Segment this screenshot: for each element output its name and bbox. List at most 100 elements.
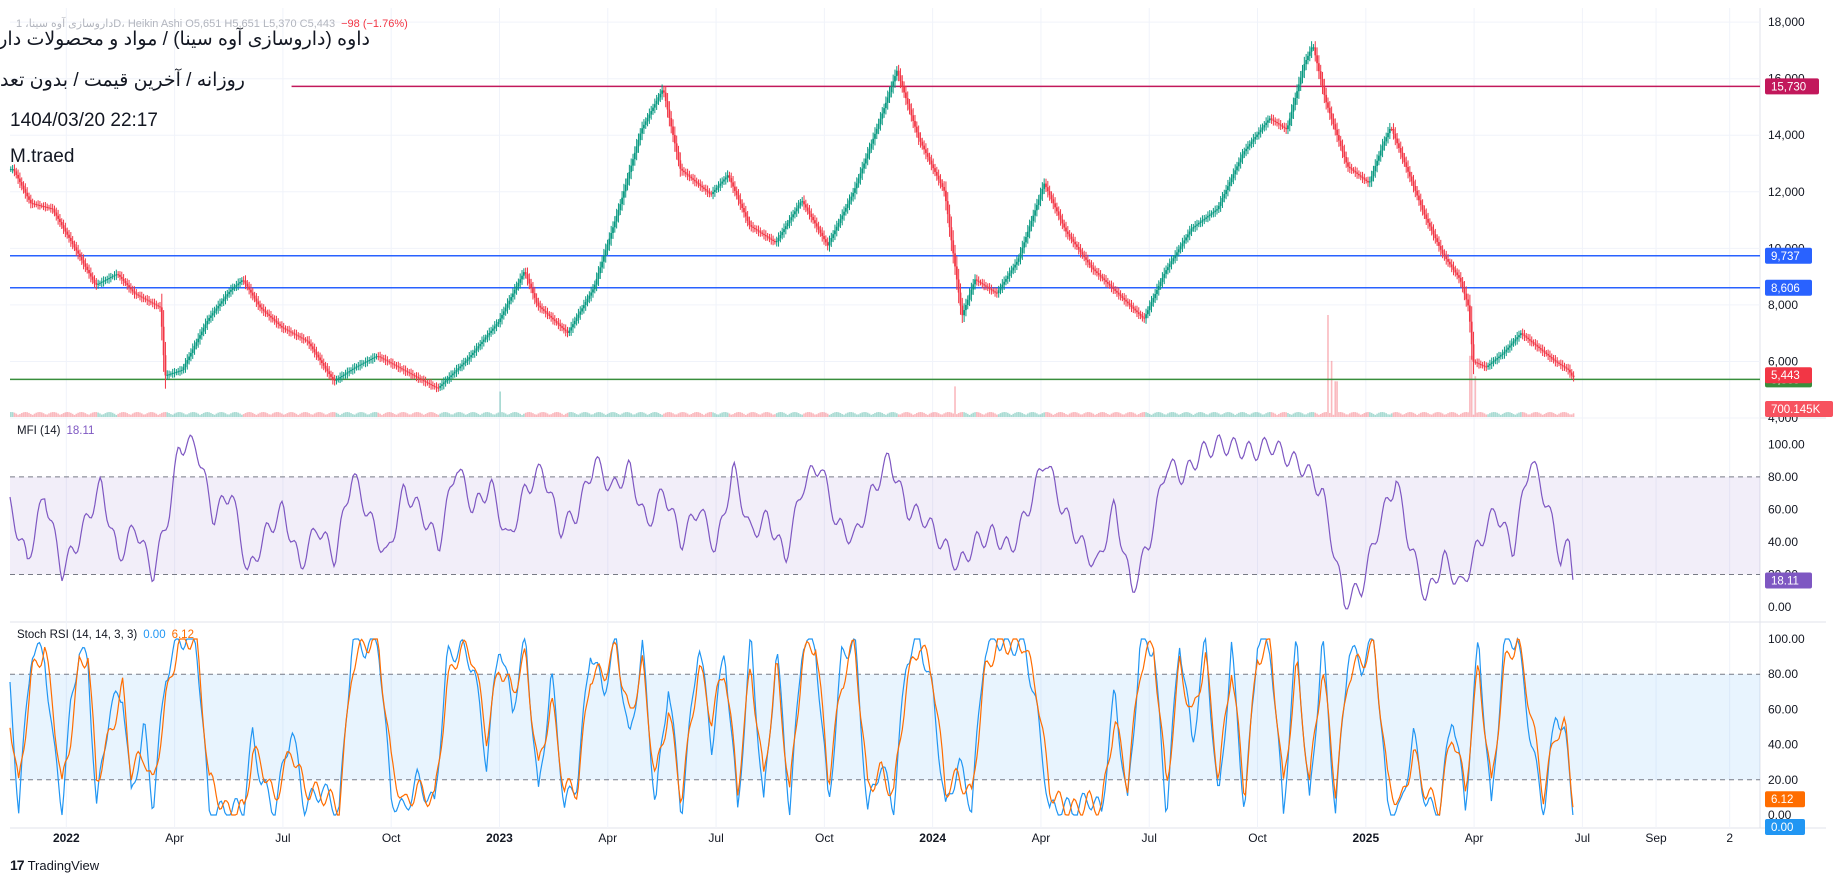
volume-bar	[102, 414, 105, 417]
volume-bar	[193, 412, 196, 417]
volume-bar	[1228, 412, 1231, 417]
stoch-rsi-legend[interactable]: Stoch RSI (14, 14, 3, 3) 0.00 6.12	[17, 629, 194, 641]
candle-body	[1186, 234, 1189, 238]
candle-body	[613, 221, 616, 228]
candle-body	[371, 358, 374, 360]
volume-bar	[972, 412, 975, 417]
candle-body	[1439, 245, 1442, 250]
candle-body	[866, 153, 869, 159]
candle-body	[230, 289, 232, 292]
candle-body	[532, 288, 534, 294]
volume-bar	[1107, 413, 1109, 417]
volume-bar	[1458, 414, 1460, 417]
volume-bar	[404, 412, 407, 417]
candle-body	[1068, 234, 1071, 237]
candle-body	[1021, 247, 1024, 254]
volume-bar	[150, 412, 152, 417]
volume-bar	[821, 412, 824, 417]
candle-body	[306, 340, 309, 342]
candle-body	[868, 148, 871, 154]
candle-body	[220, 301, 223, 304]
volume-bar	[1365, 412, 1367, 417]
candle-body	[795, 208, 798, 212]
candle-body	[1197, 223, 1200, 225]
volume-bar	[384, 412, 387, 417]
candle-body	[668, 109, 671, 119]
tradingview-brand[interactable]: 17 TradingView	[10, 857, 99, 873]
volume-bar	[20, 413, 23, 417]
candle-body	[559, 324, 562, 327]
candle-body	[733, 186, 736, 191]
candle-body	[624, 184, 627, 192]
candle-body	[1427, 218, 1429, 223]
candle-body	[582, 305, 585, 309]
candle-body	[257, 301, 260, 305]
candle-body	[1227, 186, 1229, 191]
volume-bar	[293, 412, 296, 417]
candle-body	[49, 207, 52, 209]
candle-body	[11, 169, 14, 171]
chart-canvas[interactable]: 4,0006,0008,00010,00012,00014,00016,0001…	[0, 0, 1836, 887]
candle-body	[1407, 167, 1409, 172]
volume-bar	[603, 413, 605, 417]
candle-body	[1157, 285, 1160, 291]
candle-body	[639, 133, 642, 140]
candle-body	[966, 299, 969, 305]
candle-body	[684, 172, 687, 174]
candle-body	[1277, 123, 1280, 125]
volume-bar	[1147, 412, 1149, 417]
volume-bar	[568, 412, 571, 417]
candle-body	[286, 329, 289, 331]
volume-bar	[1510, 413, 1513, 417]
candle-body	[815, 223, 818, 227]
candle-body	[1552, 358, 1555, 360]
candle-body	[155, 304, 158, 306]
candle-body	[1154, 294, 1157, 299]
candle-body	[753, 227, 756, 230]
volume-bar	[51, 412, 54, 417]
volume-bar	[135, 412, 138, 417]
candle-body	[961, 305, 964, 316]
volume-bar	[595, 412, 598, 417]
candle-body	[350, 370, 352, 372]
volume-bar	[1520, 412, 1522, 417]
volume-bar	[932, 412, 934, 417]
candle-body	[1201, 220, 1204, 222]
candle-body	[464, 361, 467, 363]
candle-body	[1387, 133, 1389, 138]
candle-body	[995, 292, 998, 294]
volume-bar	[966, 413, 969, 417]
volume-bar	[490, 413, 492, 417]
volume-bar	[432, 412, 434, 417]
volume-bar	[766, 412, 769, 417]
candle-body	[799, 202, 802, 206]
volume-bar	[868, 413, 871, 417]
volume-bar	[284, 414, 287, 417]
volume-bar	[692, 413, 694, 417]
candle-body	[453, 371, 456, 374]
volume-bar	[1054, 413, 1056, 417]
candle-body	[1096, 271, 1098, 274]
candle-body	[1332, 118, 1335, 125]
mfi-legend[interactable]: MFI (14) 18.11	[17, 425, 94, 437]
candle-body	[553, 319, 556, 322]
volume-bar	[362, 412, 365, 417]
time-tick-label: Jul	[1142, 831, 1157, 845]
level-label-9,737: 9,737	[1771, 251, 1800, 263]
volume-bar	[550, 414, 552, 417]
volume-bar	[519, 413, 522, 417]
volume-bar	[994, 413, 996, 417]
candle-body	[970, 289, 973, 295]
candle-body	[1019, 253, 1022, 259]
candle-body	[808, 210, 811, 214]
volume-bar	[128, 414, 130, 417]
volume-bar	[104, 413, 107, 417]
candle-body	[1561, 365, 1564, 367]
volume-bar	[1527, 414, 1529, 417]
candle-body	[659, 93, 662, 98]
candle-body	[561, 326, 563, 328]
volume-bar	[1361, 414, 1364, 417]
candle-body	[595, 278, 598, 285]
volume-bar	[1108, 414, 1111, 417]
volume-bar	[1412, 412, 1415, 417]
